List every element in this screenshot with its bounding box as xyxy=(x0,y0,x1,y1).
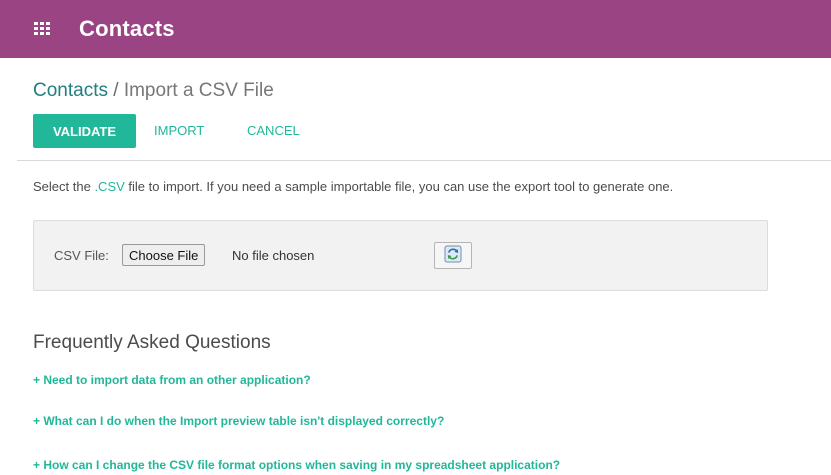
import-button[interactable]: IMPORT xyxy=(154,114,204,148)
app-title: Contacts xyxy=(79,16,175,41)
csv-file-label: CSV File: xyxy=(54,248,109,263)
faq-item-csv-format-options[interactable]: + How can I change the CSV file format o… xyxy=(33,458,560,472)
apps-menu-icon[interactable] xyxy=(34,22,50,36)
faq-item-preview-table[interactable]: + What can I do when the Import preview … xyxy=(33,414,444,428)
file-status: No file chosen xyxy=(232,248,315,263)
faq-heading: Frequently Asked Questions xyxy=(33,332,271,353)
instructions-text-after: file to import. If you need a sample imp… xyxy=(124,179,674,194)
cancel-button[interactable]: CANCEL xyxy=(247,114,300,148)
breadcrumb-current: Import a CSV File xyxy=(123,80,274,101)
import-instructions: Select the .CSV file to import. If you n… xyxy=(33,179,673,194)
choose-file-button[interactable]: Choose File xyxy=(122,244,206,266)
top-navbar: Contacts xyxy=(0,0,831,58)
csv-highlight: .CSV xyxy=(94,179,125,194)
file-upload-panel: CSV File: Choose File No file chosen xyxy=(33,220,768,291)
instructions-text-before: Select the xyxy=(33,179,95,194)
faq-item-other-application[interactable]: + Need to import data from an other appl… xyxy=(33,373,311,387)
reload-file-button[interactable] xyxy=(434,242,472,269)
breadcrumb-separator: / xyxy=(113,80,119,101)
validate-button[interactable]: VALIDATE xyxy=(33,114,136,148)
reload-icon xyxy=(444,245,462,266)
header-divider xyxy=(17,160,831,161)
breadcrumb-contacts-link[interactable]: Contacts xyxy=(33,80,108,101)
breadcrumb: Contacts / Import a CSV File xyxy=(33,80,274,102)
